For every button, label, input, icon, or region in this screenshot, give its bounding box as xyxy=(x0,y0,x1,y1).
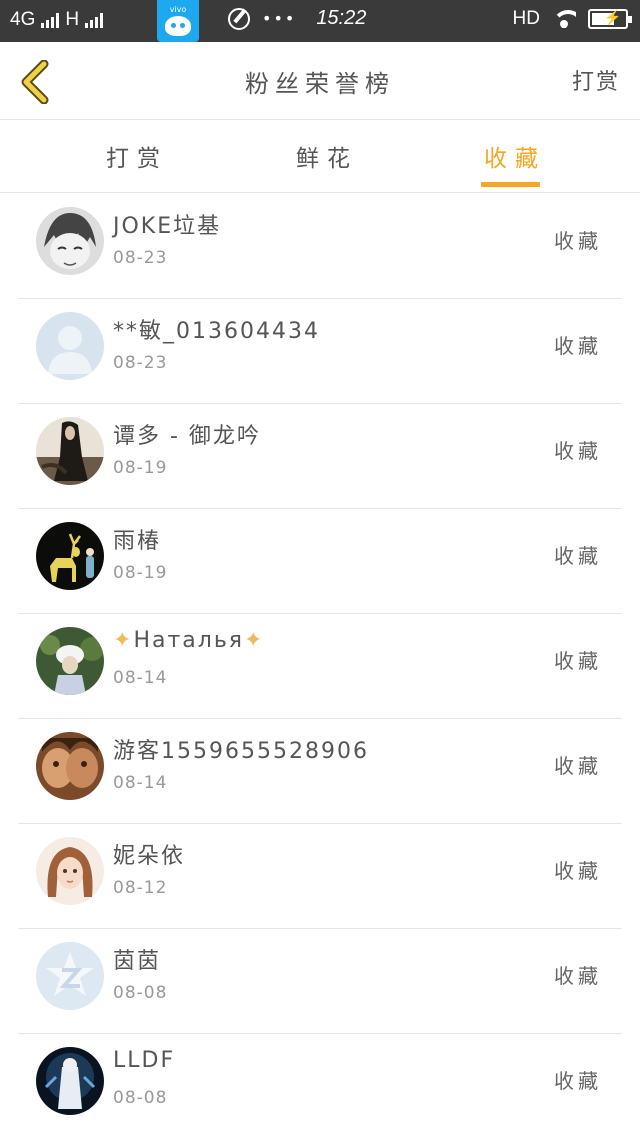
brush-icon xyxy=(228,7,250,30)
item-date: 08-19 xyxy=(113,458,168,478)
list-item[interactable]: LLDF 08-08 收藏 xyxy=(18,1034,622,1138)
list-item[interactable]: 茵茵 08-08 收藏 xyxy=(18,929,622,1034)
collect-label: 收藏 xyxy=(554,334,602,358)
item-date: 08-23 xyxy=(113,353,168,373)
signal-icon xyxy=(41,12,60,28)
collect-label: 收藏 xyxy=(554,439,602,463)
list-item[interactable]: JOKE垃基 08-23 收藏 xyxy=(18,194,622,299)
wifi-icon xyxy=(552,10,576,28)
status-bar: 4G H vivo ••• 15:22 HD ⚡ xyxy=(0,0,640,42)
default-z-avatar-icon xyxy=(36,942,104,1010)
tab-bar: 打赏 鲜花 收藏 xyxy=(0,121,640,193)
item-date: 08-14 xyxy=(113,668,168,688)
item-date: 08-19 xyxy=(113,563,168,583)
notification-area: ••• 15:22 xyxy=(228,7,366,30)
collect-label: 收藏 xyxy=(554,964,602,988)
avatar xyxy=(36,627,104,695)
avatar xyxy=(36,1047,104,1115)
avatar xyxy=(36,732,104,800)
page-title: 粉丝荣誉榜 xyxy=(245,70,395,98)
user-name: JOKE垃基 xyxy=(113,214,222,239)
item-date: 08-12 xyxy=(113,878,168,898)
user-name: 妮朵依 xyxy=(113,844,186,869)
clock: 15:22 xyxy=(316,7,367,29)
avatar xyxy=(36,207,104,275)
item-date: 08-08 xyxy=(113,983,168,1003)
collect-label: 收藏 xyxy=(554,859,602,883)
network-4g-label: 4G xyxy=(10,9,36,30)
avatar xyxy=(36,522,104,590)
reward-button[interactable]: 打赏 xyxy=(572,64,620,96)
item-date: 08-23 xyxy=(113,248,168,268)
user-name: 谭多 - 御龙吟 xyxy=(113,424,261,449)
collect-label: 收藏 xyxy=(554,649,602,673)
user-name-text: Наталья xyxy=(133,628,245,653)
avatar xyxy=(36,417,104,485)
collect-label: 收藏 xyxy=(554,229,602,253)
hd-label: HD xyxy=(512,8,540,29)
active-tab-indicator xyxy=(481,182,540,187)
vivo-label: vivo xyxy=(169,5,187,14)
tab-flowers[interactable]: 鲜花 xyxy=(296,139,358,173)
list-item[interactable]: 游客1559655528906 08-14 收藏 xyxy=(18,719,622,824)
list-item[interactable]: 雨椿 08-19 收藏 xyxy=(18,509,622,614)
system-status: HD ⚡ xyxy=(512,8,632,30)
user-name: **敏_013604434 xyxy=(113,319,320,344)
collect-label: 收藏 xyxy=(554,1069,602,1093)
app-header: 粉丝荣誉榜 打赏 xyxy=(0,42,640,120)
signal-icon-2 xyxy=(85,12,104,28)
user-name: ✦Наталья✦ xyxy=(113,628,264,653)
item-date: 08-08 xyxy=(113,1088,168,1108)
vivo-app-icon: vivo xyxy=(157,0,199,42)
collect-label: 收藏 xyxy=(554,754,602,778)
more-dots-icon: ••• xyxy=(262,9,297,28)
sparkle-icon: ✦ xyxy=(113,628,134,653)
user-name: 茵茵 xyxy=(113,949,162,974)
avatar xyxy=(36,837,104,905)
list-item[interactable]: 妮朵依 08-12 收藏 xyxy=(18,824,622,929)
list-item[interactable]: **敏_013604434 08-23 收藏 xyxy=(18,299,622,404)
user-name: 雨椿 xyxy=(113,529,162,554)
list-item[interactable]: ✦Наталья✦ 08-14 收藏 xyxy=(18,614,622,719)
network-status: 4G H xyxy=(10,9,104,31)
default-user-avatar-icon xyxy=(36,312,104,380)
tab-favorites[interactable]: 收藏 xyxy=(484,139,546,173)
user-name: LLDF xyxy=(113,1048,176,1073)
item-date: 08-14 xyxy=(113,773,168,793)
tab-reward[interactable]: 打赏 xyxy=(106,139,168,173)
network-h-label: H xyxy=(65,9,80,30)
list-item[interactable]: 谭多 - 御龙吟 08-19 收藏 xyxy=(18,404,622,509)
battery-icon: ⚡ xyxy=(588,9,632,29)
collect-label: 收藏 xyxy=(554,544,602,568)
user-name: 游客1559655528906 xyxy=(113,739,369,764)
sparkle-icon: ✦ xyxy=(244,628,265,653)
